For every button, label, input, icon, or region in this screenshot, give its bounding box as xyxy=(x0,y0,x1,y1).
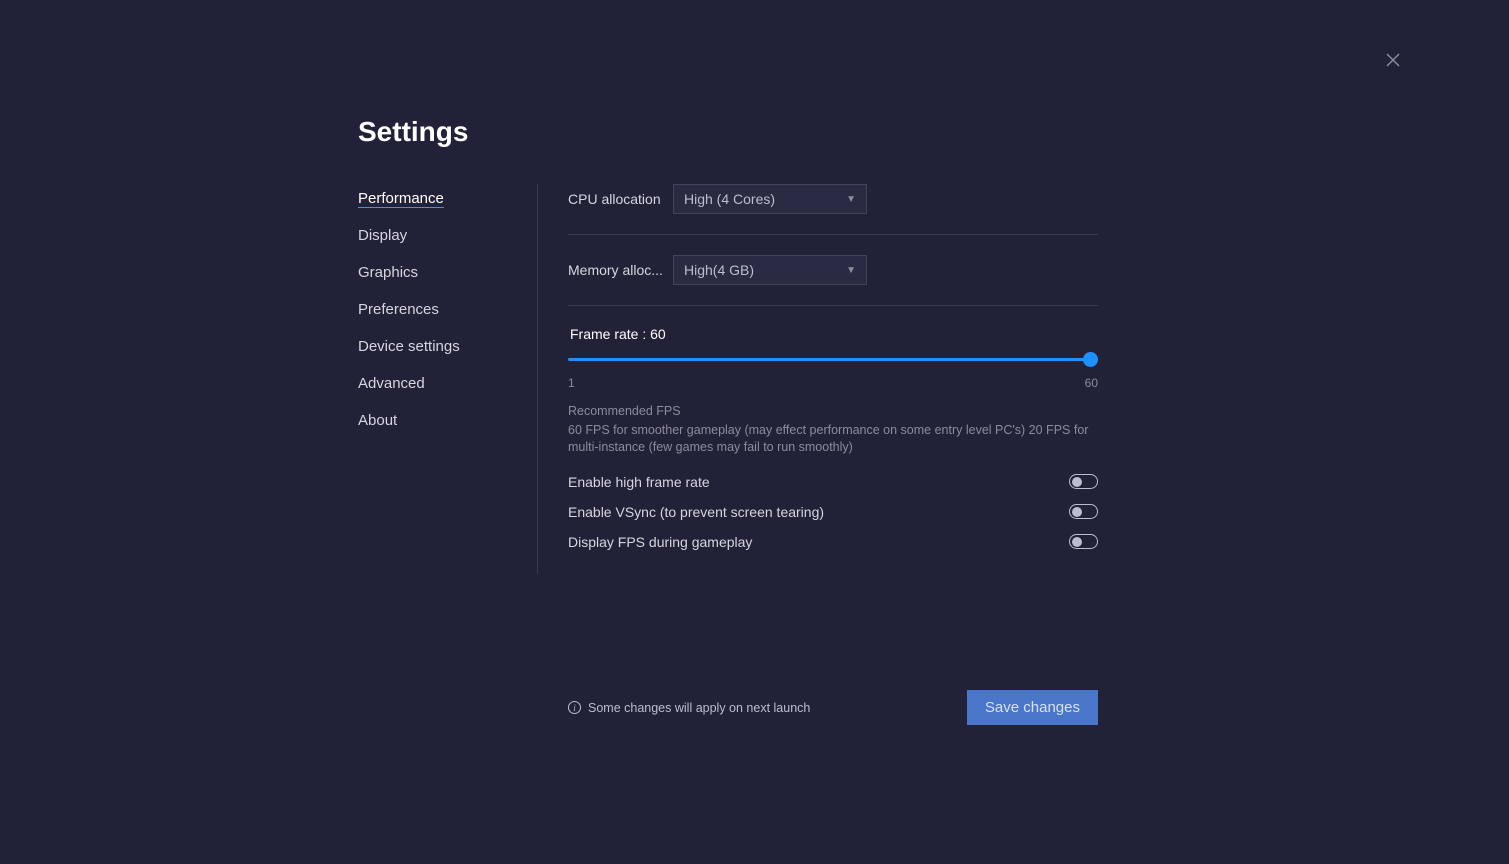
toggle-display-fps-label: Display FPS during gameplay xyxy=(568,534,752,550)
settings-sidebar: Performance Display Graphics Preferences… xyxy=(358,184,538,574)
framerate-max: 60 xyxy=(1085,376,1098,390)
cpu-allocation-select[interactable]: High (4 Cores) ▼ xyxy=(673,184,867,214)
sidebar-item-performance[interactable]: Performance xyxy=(358,184,537,213)
toggle-high-framerate-label: Enable high frame rate xyxy=(568,474,710,490)
sidebar-item-device-settings[interactable]: Device settings xyxy=(358,332,537,361)
framerate-slider[interactable] xyxy=(568,350,1098,374)
slider-thumb[interactable] xyxy=(1083,352,1098,367)
toggle-vsync-label: Enable VSync (to prevent screen tearing) xyxy=(568,504,824,520)
sidebar-item-graphics[interactable]: Graphics xyxy=(358,258,537,287)
memory-allocation-select[interactable]: High(4 GB) ▼ xyxy=(673,255,867,285)
sidebar-item-preferences[interactable]: Preferences xyxy=(358,295,537,324)
sidebar-item-display[interactable]: Display xyxy=(358,221,537,250)
framerate-label: Frame rate : 60 xyxy=(568,326,1098,342)
sidebar-item-advanced[interactable]: Advanced xyxy=(358,369,537,398)
recommended-fps-text: 60 FPS for smoother gameplay (may effect… xyxy=(568,422,1098,456)
toggle-high-framerate[interactable] xyxy=(1069,474,1098,489)
toggle-display-fps[interactable] xyxy=(1069,534,1098,549)
recommended-fps-title: Recommended FPS xyxy=(568,404,1098,418)
memory-allocation-label: Memory alloc... xyxy=(568,262,673,278)
chevron-down-icon: ▼ xyxy=(846,194,856,205)
toggle-vsync[interactable] xyxy=(1069,504,1098,519)
framerate-min: 1 xyxy=(568,376,575,390)
sidebar-item-about[interactable]: About xyxy=(358,406,537,435)
cpu-allocation-value: High (4 Cores) xyxy=(684,191,775,207)
footer-note: i Some changes will apply on next launch xyxy=(568,701,810,715)
info-icon: i xyxy=(568,701,581,714)
chevron-down-icon: ▼ xyxy=(846,265,856,276)
cpu-allocation-label: CPU allocation xyxy=(568,191,673,207)
memory-allocation-value: High(4 GB) xyxy=(684,262,754,278)
page-title: Settings xyxy=(358,116,1098,148)
close-icon[interactable] xyxy=(1385,52,1405,72)
save-changes-button[interactable]: Save changes xyxy=(967,690,1098,725)
